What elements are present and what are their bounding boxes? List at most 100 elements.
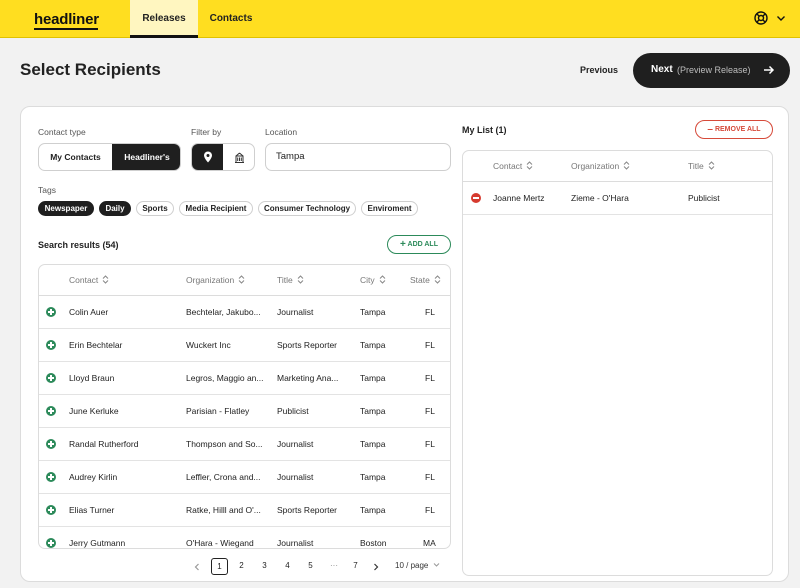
filter-by-toggle xyxy=(191,143,255,171)
page-2[interactable]: 2 xyxy=(233,558,250,575)
remove-all-label: REMOVE ALL xyxy=(714,126,761,133)
sort-icon xyxy=(623,161,630,170)
table-row[interactable]: June Kerluke Parisian - Flatley Publicis… xyxy=(39,395,450,428)
table-row[interactable]: Jerry Gutmann O'Hara - Wiegand Journalis… xyxy=(39,527,450,548)
add-contact-icon[interactable] xyxy=(46,340,56,350)
cell-city: Tampa xyxy=(360,505,386,515)
cell-contact: Joanne Mertz xyxy=(493,193,545,203)
cell-organization: Zieme - O'Hara xyxy=(571,193,629,203)
cell-state: FL xyxy=(425,307,435,317)
pagination-next-icon[interactable] xyxy=(372,563,380,571)
location-label: Location xyxy=(265,127,298,137)
next-button[interactable]: Next (Preview Release) xyxy=(633,53,790,88)
tags-label: Tags xyxy=(38,185,56,195)
building-icon xyxy=(235,152,244,163)
column-header-organization[interactable]: Organization xyxy=(186,275,245,285)
tag-sports[interactable]: Sports xyxy=(136,201,174,216)
add-contact-icon[interactable] xyxy=(46,439,56,449)
headliner-logo[interactable]: headliner xyxy=(34,11,99,28)
sort-icon xyxy=(297,275,304,284)
table-row[interactable]: Audrey Kirlin Leffler, Crona and... Jour… xyxy=(39,461,450,494)
cell-contact: Jerry Gutmann xyxy=(69,538,126,548)
tag-daily[interactable]: Daily xyxy=(99,201,131,216)
table-header: Contact Organization Title City State xyxy=(39,265,450,296)
table-row[interactable]: Randal Rutherford Thompson and So... Jou… xyxy=(39,428,450,461)
add-contact-icon[interactable] xyxy=(46,406,56,416)
page-4[interactable]: 4 xyxy=(279,558,296,575)
pagination-prev-icon[interactable] xyxy=(193,563,201,571)
cell-organization: Thompson and So... xyxy=(186,439,263,449)
page-5[interactable]: 5 xyxy=(302,558,319,575)
add-contact-icon[interactable] xyxy=(46,472,56,482)
cell-city: Tampa xyxy=(360,373,386,383)
cell-organization: Legros, Maggio an... xyxy=(186,373,264,383)
my-list-column-contact[interactable]: Contact xyxy=(493,161,533,171)
cell-organization: Bechtelar, Jakubo... xyxy=(186,307,261,317)
my-list-header: Contact Organization Title xyxy=(463,151,772,182)
next-label: Next xyxy=(651,64,673,75)
page-size-value: 10 / page xyxy=(395,561,429,570)
column-header-state[interactable]: State xyxy=(410,275,441,285)
column-header-title[interactable]: Title xyxy=(277,275,304,285)
sort-icon xyxy=(238,275,245,284)
cell-title: Journalist xyxy=(277,439,314,449)
tag-media-recipient[interactable]: Media Recipient xyxy=(179,201,253,216)
filter-by-organization[interactable] xyxy=(223,144,254,170)
tag-newspaper[interactable]: Newspaper xyxy=(38,201,94,216)
column-header-contact[interactable]: Contact xyxy=(69,275,109,285)
page-7[interactable]: 7 xyxy=(347,558,364,575)
add-contact-icon[interactable] xyxy=(46,505,56,515)
location-pin-icon xyxy=(203,151,212,163)
recipients-card: Contact type My Contacts Headliner's Fil… xyxy=(20,106,789,582)
filter-by-location[interactable] xyxy=(192,144,223,170)
page-title: Select Recipients xyxy=(20,60,161,79)
remove-all-button[interactable]: – REMOVE ALL xyxy=(695,120,773,139)
minus-icon: – xyxy=(707,124,713,135)
page-ellipsis[interactable]: ··· xyxy=(324,558,344,575)
add-contact-icon[interactable] xyxy=(46,538,56,548)
table-row[interactable]: Erin Bechtelar Wuckert Inc Sports Report… xyxy=(39,329,450,362)
add-all-button[interactable]: + ADD ALL xyxy=(387,235,451,254)
tab-contacts[interactable]: Contacts xyxy=(200,0,262,38)
location-input[interactable]: Tampa xyxy=(265,143,451,171)
tag-enviroment[interactable]: Enviroment xyxy=(361,201,418,216)
plus-icon: + xyxy=(400,239,406,250)
sort-icon xyxy=(708,161,715,170)
cell-city: Tampa xyxy=(360,406,386,416)
cell-city: Tampa xyxy=(360,340,386,350)
my-list-row[interactable]: Joanne Mertz Zieme - O'Hara Publicist xyxy=(463,182,772,215)
table-row[interactable]: Lloyd Braun Legros, Maggio an... Marketi… xyxy=(39,362,450,395)
page-3[interactable]: 3 xyxy=(256,558,273,575)
previous-button[interactable]: Previous xyxy=(580,65,618,75)
page-1[interactable]: 1 xyxy=(211,558,228,575)
contact-type-my-contacts[interactable]: My Contacts xyxy=(39,144,112,170)
page-size-select[interactable]: 10 / page xyxy=(395,558,440,575)
logo-underline xyxy=(34,28,98,30)
lifebuoy-icon[interactable] xyxy=(754,11,768,25)
remove-contact-icon[interactable] xyxy=(471,193,481,203)
contact-type-toggle: My Contacts Headliner's xyxy=(38,143,181,171)
cell-contact: June Kerluke xyxy=(69,406,119,416)
add-all-label: ADD ALL xyxy=(407,241,438,248)
cell-state: MA xyxy=(423,538,436,548)
contact-type-headliners[interactable]: Headliner's xyxy=(112,144,180,170)
column-header-city[interactable]: City xyxy=(360,275,386,285)
cell-city: Tampa xyxy=(360,439,386,449)
next-sublabel: (Preview Release) xyxy=(677,65,751,75)
add-contact-icon[interactable] xyxy=(46,307,56,317)
my-list-column-title[interactable]: Title xyxy=(688,161,715,171)
add-contact-icon[interactable] xyxy=(46,373,56,383)
tag-consumer-technology[interactable]: Consumer Technology xyxy=(258,201,356,216)
cell-city: Boston xyxy=(360,538,387,548)
cell-contact: Erin Bechtelar xyxy=(69,340,123,350)
cell-state: FL xyxy=(425,406,435,416)
my-list-title: My List (1) xyxy=(462,125,507,135)
filter-by-label: Filter by xyxy=(191,127,222,137)
tab-releases[interactable]: Releases xyxy=(130,0,198,38)
cell-state: FL xyxy=(425,472,435,482)
table-row[interactable]: Colin Auer Bechtelar, Jakubo... Journali… xyxy=(39,296,450,329)
chevron-down-icon[interactable] xyxy=(776,13,786,23)
table-row[interactable]: Elias Turner Ratke, Hilll and O'... Spor… xyxy=(39,494,450,527)
my-list-column-organization[interactable]: Organization xyxy=(571,161,630,171)
cell-title: Marketing Ana... xyxy=(277,373,339,383)
